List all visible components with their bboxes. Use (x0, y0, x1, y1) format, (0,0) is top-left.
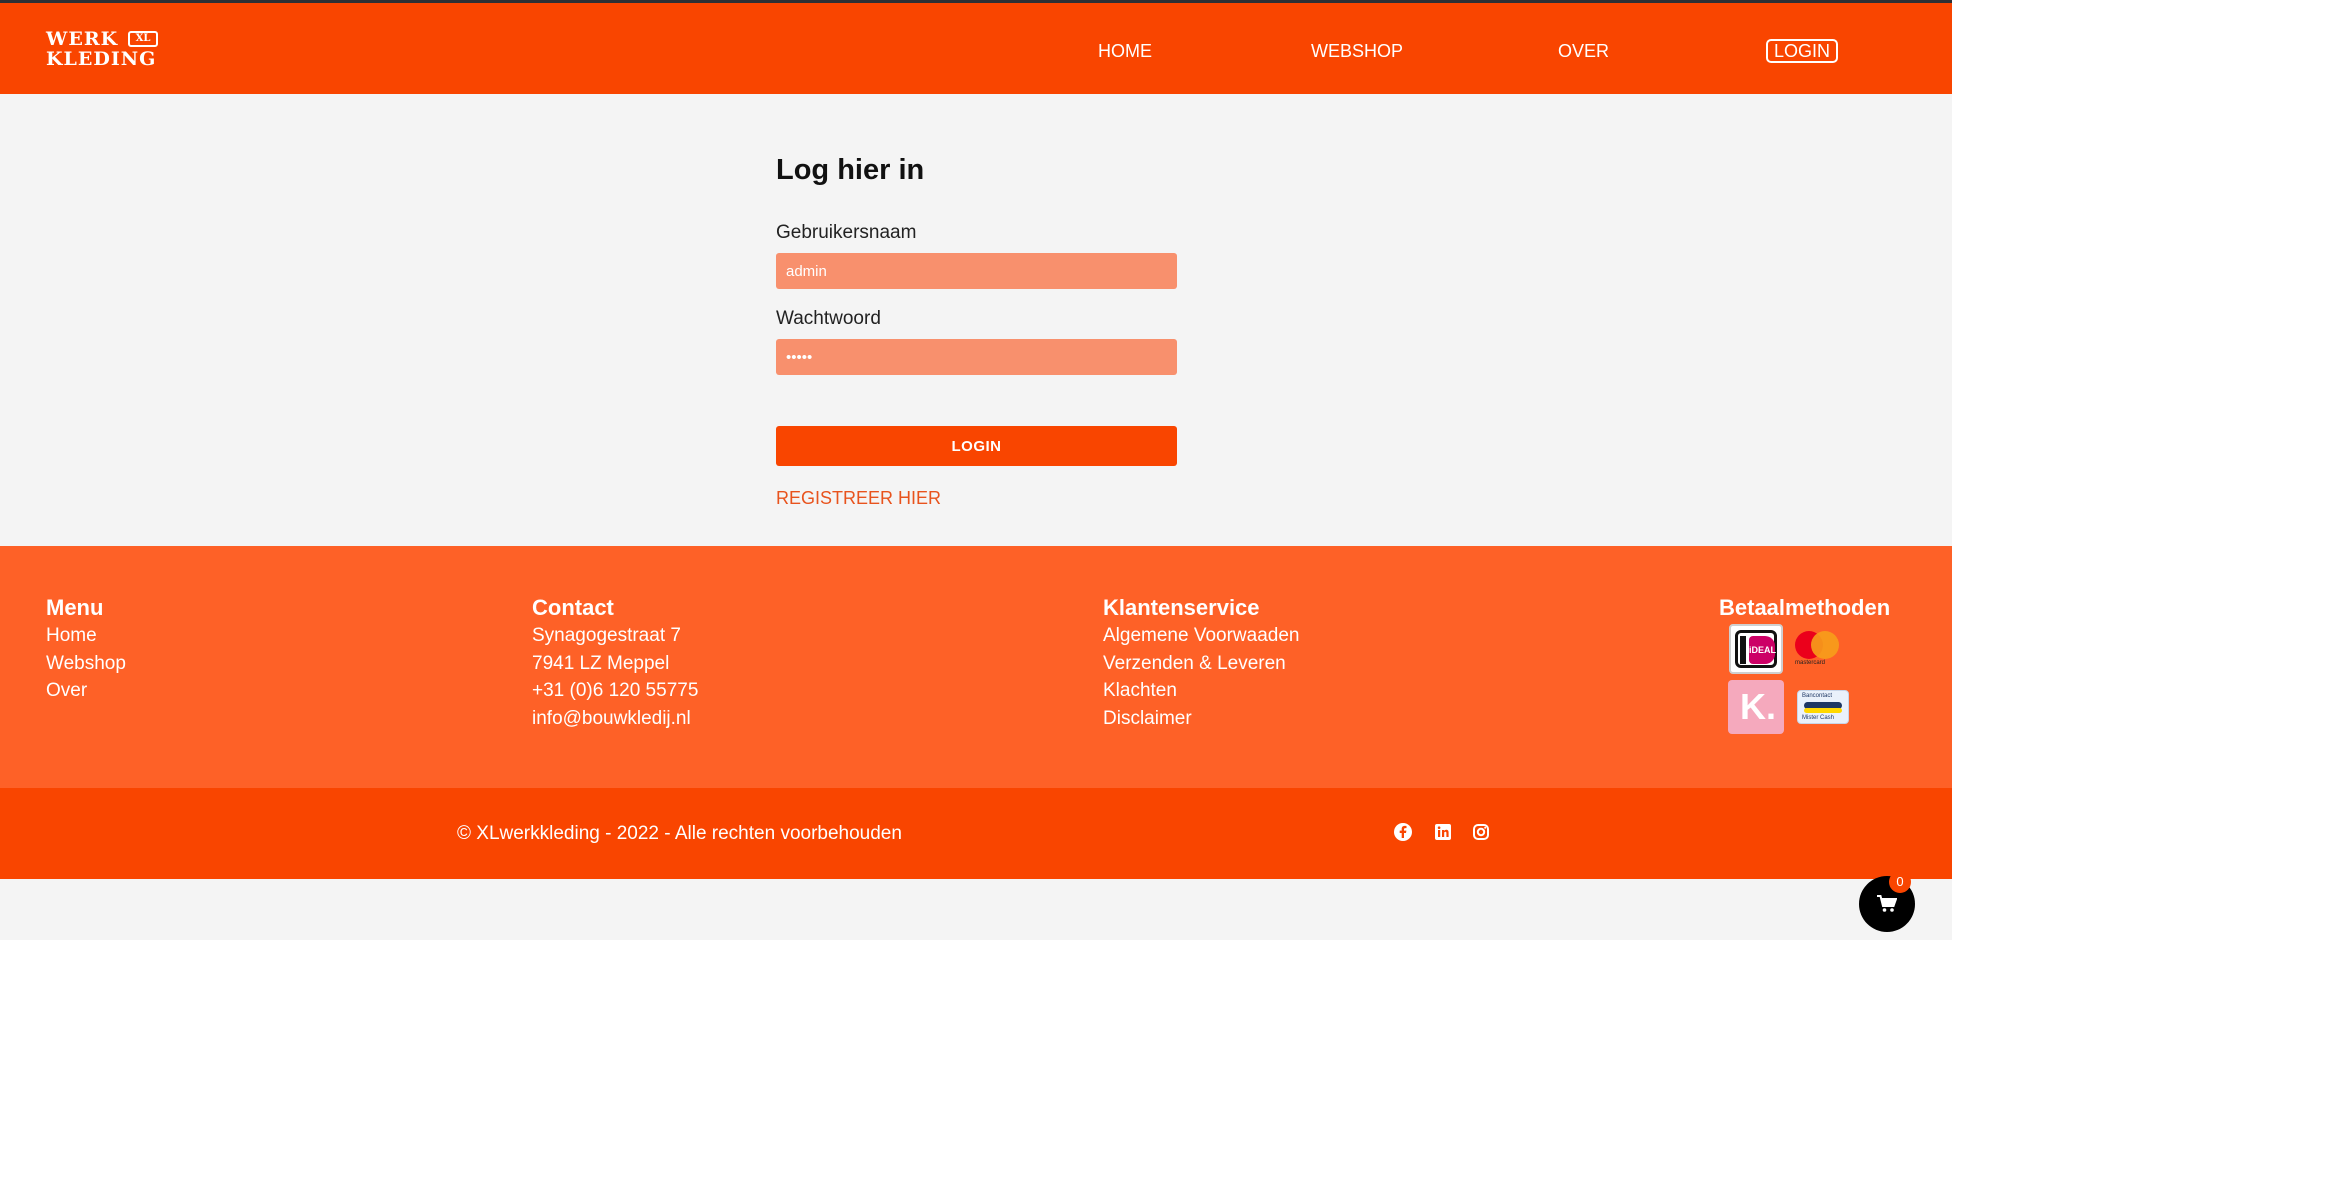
footer-link-disclaimer[interactable]: Disclaimer (1103, 705, 1299, 733)
logo-line1: WERK (46, 28, 119, 50)
footer: Menu Home Webshop Over Contact Synagoges… (0, 546, 1952, 788)
bottom-bar: © XLwerkkleding - 2022 - Alle rechten vo… (0, 788, 1952, 879)
instagram-icon[interactable] (1471, 822, 1491, 842)
footer-betaalmethoden-heading: Betaalmethoden (1719, 595, 1891, 620)
footer-menu: Menu Home Webshop Over (46, 594, 126, 705)
mastercard-logo-icon: mastercard (1791, 627, 1851, 671)
footer-link-klachten[interactable]: Klachten (1103, 677, 1299, 705)
footer-link-voorwaarden[interactable]: Algemene Voorwaaden (1103, 622, 1299, 650)
cart-icon (1877, 895, 1897, 912)
footer-menu-heading: Menu (46, 595, 104, 620)
register-link[interactable]: REGISTREER HIER (776, 488, 941, 509)
footer-link-home[interactable]: Home (46, 622, 126, 650)
password-input[interactable] (776, 339, 1177, 375)
page: WERK XL KLEDING HOME WEBSHOP OVER LOGIN … (0, 0, 1952, 940)
contact-city: 7941 LZ Meppel (532, 652, 670, 674)
footer-contact-heading: Contact (532, 595, 614, 620)
linkedin-icon[interactable] (1433, 822, 1453, 842)
facebook-icon[interactable] (1393, 822, 1413, 842)
footer-link-webshop[interactable]: Webshop (46, 650, 126, 678)
username-input[interactable] (776, 253, 1177, 289)
contact-email: info@bouwkledij.nl (532, 707, 691, 729)
nav-home[interactable]: HOME (1098, 40, 1152, 62)
bancontact-text-top: Bancontact (1802, 693, 1833, 699)
bancontact-logo-icon: Bancontact Mister Cash (1797, 690, 1849, 724)
logo-line2: KLEDING (46, 48, 157, 70)
cart-count-badge: 0 (1889, 871, 1911, 893)
top-navbar: WERK XL KLEDING HOME WEBSHOP OVER LOGIN (0, 0, 1952, 94)
password-label: Wachtwoord (776, 308, 881, 329)
nav-login[interactable]: LOGIN (1766, 39, 1839, 63)
copyright: © XLwerkkleding - 2022 - Alle rechten vo… (457, 823, 902, 844)
klarna-text: K. (1740, 686, 1776, 727)
nav-webshop[interactable]: WEBSHOP (1311, 40, 1403, 62)
footer-klantenservice-heading: Klantenservice (1103, 595, 1260, 620)
contact-street: Synagogestraat 7 (532, 625, 681, 646)
footer-contact: Contact Synagogestraat 7 7941 LZ Meppel … (532, 594, 698, 732)
footer-betaalmethoden: Betaalmethoden (1719, 594, 1890, 622)
ideal-text: iDEAL (1749, 636, 1776, 664)
login-title: Log hier in (776, 154, 925, 186)
nav-over[interactable]: OVER (1558, 40, 1609, 62)
logo-badge: XL (128, 31, 158, 47)
klarna-logo-icon: K. (1728, 680, 1784, 734)
footer-link-verzenden[interactable]: Verzenden & Leveren (1103, 650, 1299, 678)
logo[interactable]: WERK XL KLEDING (46, 29, 164, 73)
ideal-logo-icon: iDEAL (1729, 624, 1783, 674)
bancontact-text-bottom: Mister Cash (1802, 715, 1835, 721)
footer-link-over[interactable]: Over (46, 677, 126, 705)
login-button[interactable]: LOGIN (776, 426, 1177, 466)
footer-klantenservice: Klantenservice Algemene Voorwaaden Verze… (1103, 594, 1299, 732)
mastercard-text: mastercard (1795, 660, 1826, 666)
contact-phone: +31 (0)6 120 55775 (532, 680, 699, 701)
username-label: Gebruikersnaam (776, 222, 917, 243)
